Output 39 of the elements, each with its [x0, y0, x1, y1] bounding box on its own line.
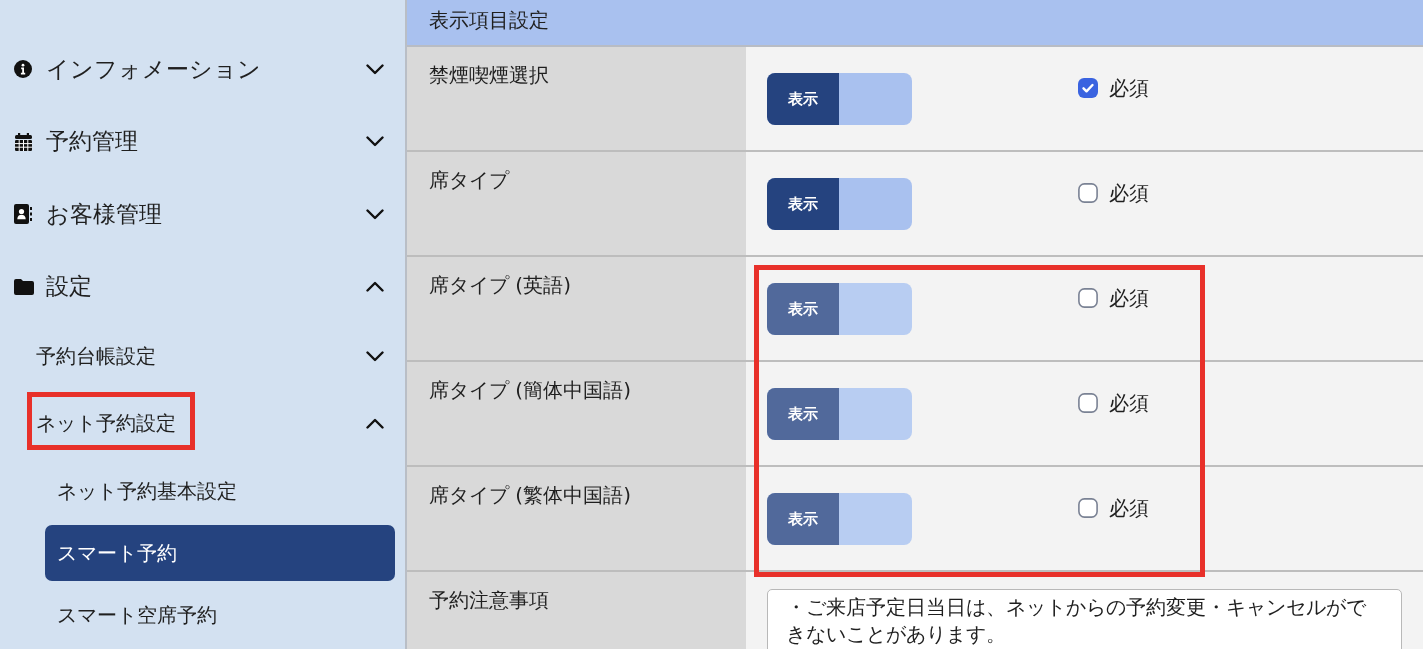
submenu-link[interactable]: スマート予約 — [45, 525, 395, 581]
sidebar-menu-item[interactable]: お客様管理 — [0, 178, 405, 251]
required-checkbox[interactable] — [1078, 183, 1098, 203]
chevron-down-icon[interactable] — [366, 136, 384, 148]
display-toggle[interactable]: 表示 — [767, 178, 912, 230]
submenu-item[interactable]: ネット予約設定 — [0, 390, 405, 457]
required-label: 必須 — [1109, 286, 1149, 310]
required-label: 必須 — [1109, 391, 1149, 415]
sidebar-menu-item[interactable]: 設定 — [0, 250, 405, 323]
row-label: 席タイプ (英語) — [429, 273, 571, 297]
required-label: 必須 — [1109, 496, 1149, 520]
required-label: 必須 — [1109, 76, 1149, 100]
row-label: 席タイプ (簡体中国語) — [429, 378, 631, 402]
submenu-link[interactable]: スマート空席予約 — [45, 587, 395, 643]
required-checkbox[interactable] — [1078, 78, 1098, 98]
display-toggle[interactable]: 表示 — [767, 73, 912, 125]
chevron-down-icon[interactable] — [366, 351, 384, 362]
required-checkbox[interactable] — [1078, 393, 1098, 413]
chevron-up-icon[interactable] — [366, 281, 384, 293]
submenu-link[interactable]: ネット予約基本設定 — [45, 463, 395, 519]
info-icon — [14, 60, 32, 79]
required-checkbox[interactable] — [1078, 288, 1098, 308]
row-label: 席タイプ — [429, 168, 509, 192]
chevron-down-icon[interactable] — [366, 63, 384, 75]
row-label: 禁煙喫煙選択 — [429, 63, 549, 87]
chevron-down-icon[interactable] — [366, 208, 384, 220]
required-label: 必須 — [1109, 181, 1149, 205]
folder-icon — [14, 278, 34, 295]
submenu-item[interactable]: 予約台帳設定 — [0, 323, 405, 390]
sidebar-menu-item[interactable]: インフォメーション — [0, 33, 405, 106]
row-label: 予約注意事項 — [429, 588, 549, 612]
sidebar-menu-item[interactable]: 予約管理 — [0, 105, 405, 178]
section-title: 表示項目設定 — [429, 8, 549, 32]
required-checkbox[interactable] — [1078, 498, 1098, 518]
contact-book-icon — [14, 204, 32, 225]
row-label: 席タイプ (繁体中国語) — [429, 483, 631, 507]
calendar-icon — [15, 132, 32, 151]
notes-field[interactable]: ・ご来店予定日当日は、ネットからの予約変更・キャンセルができないことがあります。 — [767, 589, 1402, 649]
chevron-up-icon[interactable] — [366, 418, 384, 429]
